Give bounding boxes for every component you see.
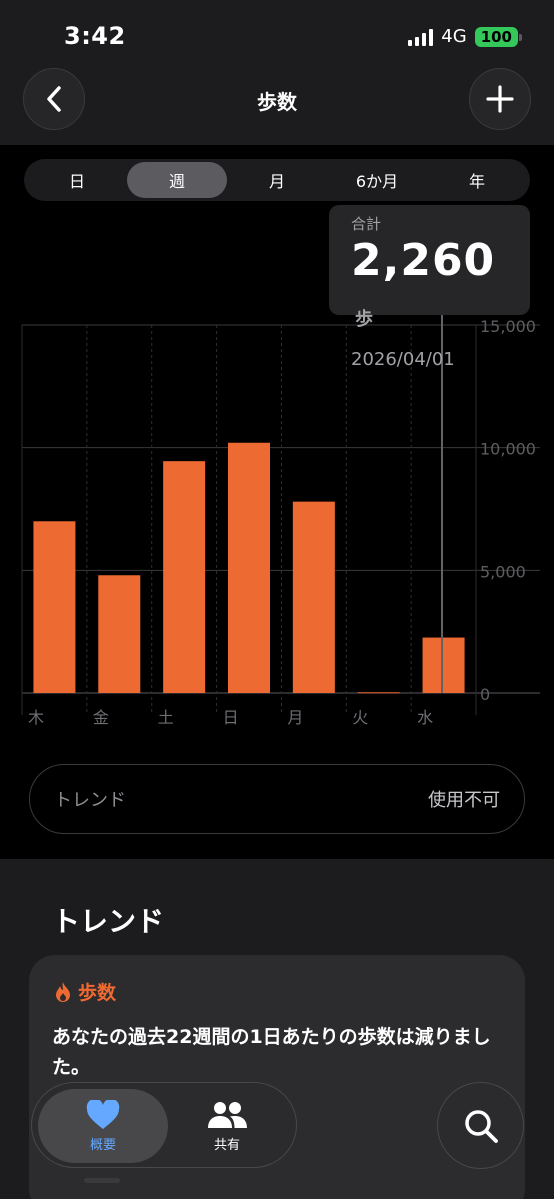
x-tick-label: 金 — [93, 708, 109, 727]
tab-share-label: 共有 — [213, 1137, 240, 1153]
trend-card-header: 歩数 — [54, 978, 116, 1005]
x-tick-label: 土 — [158, 708, 174, 727]
x-tick-label: 木 — [28, 708, 44, 727]
status-time: 3:42 — [64, 22, 126, 50]
total-value-row: 2,260 歩 — [351, 236, 508, 345]
tab-day[interactable]: 日 — [27, 162, 127, 198]
time-range-selector: 日 週 月 6か月 年 — [24, 159, 530, 201]
bar-3 — [228, 442, 270, 693]
x-tick-label: 火 — [352, 708, 368, 727]
tab-summary[interactable]: 概要 — [38, 1089, 168, 1163]
search-icon — [464, 1109, 498, 1143]
bar-5 — [357, 692, 400, 694]
total-value: 2,260 — [351, 235, 496, 286]
tab-six-months[interactable]: 6か月 — [327, 162, 427, 198]
tab-bar: 概要 共有 — [31, 1082, 297, 1168]
selected-value-callout: 合計 2,260 歩 2026/04/01 — [329, 205, 530, 370]
heart-icon — [86, 1099, 120, 1129]
trend-status-button[interactable]: トレンド 使用不可 — [29, 764, 525, 834]
status-bar-right: 4G 100 — [408, 26, 523, 47]
y-tick-label: 10,000 — [480, 440, 536, 459]
trend-status: 使用不可 — [428, 790, 500, 811]
bar-1 — [98, 575, 141, 693]
selection-line — [441, 315, 443, 693]
x-tick-label: 日 — [223, 708, 239, 727]
selected-date: 2026/04/01 — [351, 349, 455, 370]
bar-2 — [163, 461, 206, 693]
bar-0 — [33, 521, 76, 693]
trend-card-text: あなたの過去22週間の1日あたりの歩数は減りました。 — [52, 1026, 491, 1078]
home-indicator — [84, 1178, 120, 1183]
search-button[interactable] — [437, 1082, 524, 1169]
tab-year[interactable]: 年 — [427, 162, 527, 198]
tab-month[interactable]: 月 — [227, 162, 327, 198]
x-tick-label: 月 — [287, 708, 303, 727]
battery-icon: 100 — [474, 26, 523, 47]
flame-icon — [56, 981, 70, 1002]
trend-card-title: 歩数 — [78, 982, 117, 1004]
trends-heading: トレンド — [52, 905, 165, 938]
tab-summary-label: 概要 — [89, 1137, 116, 1153]
x-tick-label: 水 — [417, 708, 433, 727]
y-tick-label: 0 — [480, 685, 490, 704]
trend-label: トレンド — [54, 790, 126, 811]
steps-bar-chart[interactable]: 15,00010,0005,0000木金土日月火水 — [0, 310, 554, 730]
add-button[interactable] — [469, 68, 531, 130]
network-label: 4G — [441, 26, 467, 47]
total-unit: 歩 — [355, 309, 374, 330]
tab-week[interactable]: 週 — [127, 162, 227, 198]
people-icon — [208, 1101, 247, 1128]
signal-icon — [408, 28, 434, 46]
tab-share[interactable]: 共有 — [162, 1089, 292, 1163]
bar-4 — [292, 501, 335, 693]
y-tick-label: 5,000 — [480, 562, 526, 581]
plus-icon — [486, 85, 514, 113]
bar-6 — [422, 637, 465, 693]
total-label: 合計 — [351, 215, 382, 233]
